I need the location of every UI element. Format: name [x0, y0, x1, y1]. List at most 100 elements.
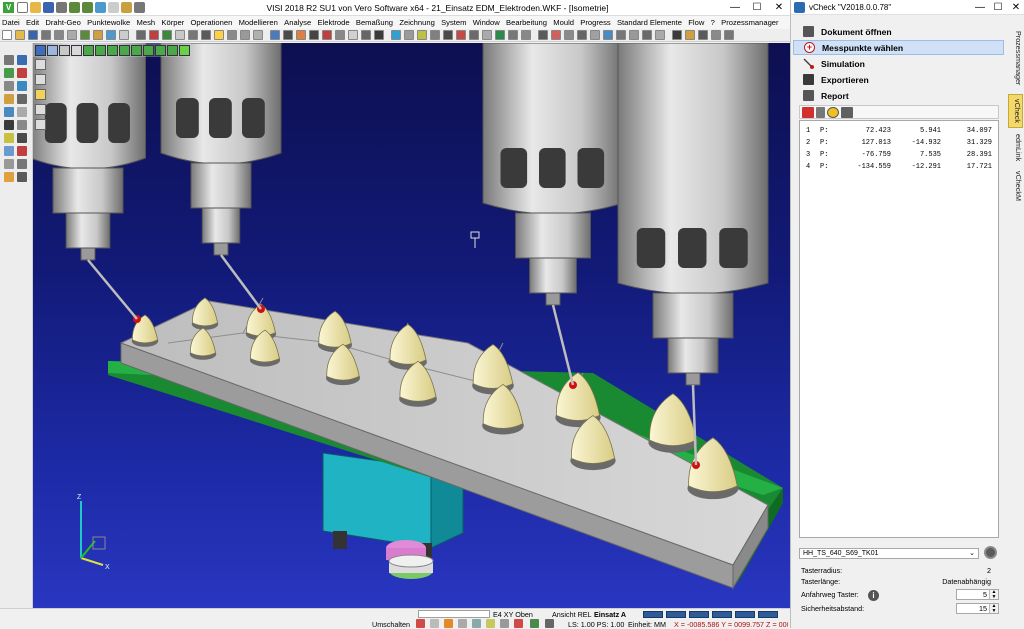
- menu-item[interactable]: Mould: [553, 18, 574, 27]
- delete-icon[interactable]: [816, 106, 825, 118]
- zoom-icon[interactable]: [35, 104, 46, 115]
- menu-item[interactable]: Elektrode: [317, 18, 349, 27]
- menu-item[interactable]: ?: [711, 18, 715, 27]
- command-input[interactable]: [418, 610, 490, 618]
- left-tool-icon[interactable]: [4, 172, 14, 182]
- toolbar-tool-icon[interactable]: [67, 30, 77, 40]
- point-row[interactable]: 2 P: 127.013 -14.932 31.329: [800, 137, 998, 149]
- toolbar-tool-icon[interactable]: [28, 30, 38, 40]
- toolbar-tool-icon[interactable]: [508, 30, 518, 40]
- menu-item[interactable]: Analyse: [284, 18, 311, 27]
- refresh-icon[interactable]: [95, 2, 106, 13]
- electrode[interactable]: [317, 310, 353, 353]
- left-tool-icon[interactable]: [17, 146, 27, 156]
- vcheck-close-button[interactable]: ✕: [1007, 0, 1024, 15]
- view-top-icon[interactable]: [119, 44, 130, 56]
- action-select-points[interactable]: + Messpunkte wählen: [793, 40, 1004, 55]
- menu-item[interactable]: Window: [473, 18, 500, 27]
- filter-icon[interactable]: [472, 619, 481, 628]
- toolbar-tool-icon[interactable]: [106, 30, 116, 40]
- highlight-icon[interactable]: [35, 89, 46, 100]
- toolbar-tool-icon[interactable]: [391, 30, 401, 40]
- toolbar-tool-icon[interactable]: [711, 30, 721, 40]
- left-tool-icon[interactable]: [17, 55, 27, 65]
- left-tool-icon[interactable]: [17, 172, 27, 182]
- toolbar-tool-icon[interactable]: [655, 30, 665, 40]
- toolbar-tool-icon[interactable]: [175, 30, 185, 40]
- toolbar-tool-icon[interactable]: [283, 30, 293, 40]
- view-back-icon[interactable]: [143, 44, 154, 56]
- menu-item[interactable]: Bemaßung: [356, 18, 393, 27]
- redo-icon[interactable]: [82, 2, 93, 13]
- toolbar-tool-icon[interactable]: [201, 30, 211, 40]
- approach-spinner[interactable]: 5 ▲ ▼: [956, 589, 999, 600]
- vcheck-minimize-button[interactable]: —: [971, 0, 989, 15]
- left-tool-icon[interactable]: [17, 68, 27, 78]
- tab-vcheck[interactable]: vCheck: [1008, 94, 1023, 128]
- menu-item[interactable]: Mesh: [137, 18, 156, 27]
- menu-item[interactable]: Flow: [688, 18, 704, 27]
- vcheck-maximize-button[interactable]: ☐: [989, 0, 1007, 15]
- toolbar-tool-icon[interactable]: [456, 30, 466, 40]
- measure-icon[interactable]: [486, 619, 495, 628]
- menu-item[interactable]: Prozessmanager: [721, 18, 778, 27]
- left-tool-icon[interactable]: [4, 120, 14, 130]
- rotate-icon[interactable]: [530, 619, 539, 628]
- toolbar-tool-icon[interactable]: [2, 30, 12, 40]
- left-tool-icon[interactable]: [4, 94, 14, 104]
- color-icon[interactable]: [514, 619, 523, 628]
- toolbar-tool-icon[interactable]: [119, 30, 129, 40]
- toolbar-tool-icon[interactable]: [162, 30, 172, 40]
- toolbar-tool-icon[interactable]: [538, 30, 548, 40]
- points-list[interactable]: 1 P: 72.423 5.941 34.097 2 P: 127.013 -14.932 31.…: [799, 120, 999, 538]
- left-tool-icon[interactable]: [4, 68, 14, 78]
- left-tool-icon[interactable]: [17, 120, 27, 130]
- toolbar-tool-icon[interactable]: [296, 30, 306, 40]
- left-tool-icon[interactable]: [4, 81, 14, 91]
- menu-item[interactable]: Progress: [580, 18, 610, 27]
- layers-icon[interactable]: [121, 2, 132, 13]
- menu-item[interactable]: System: [441, 18, 466, 27]
- menu-item[interactable]: Zeichnung: [399, 18, 434, 27]
- action-report[interactable]: Report: [793, 88, 1004, 103]
- toolbar-tool-icon[interactable]: [15, 30, 25, 40]
- toolbar-tool-icon[interactable]: [227, 30, 237, 40]
- left-tool-icon[interactable]: [17, 159, 27, 169]
- toolbar-tool-icon[interactable]: [698, 30, 708, 40]
- toolbar-tool-icon[interactable]: [564, 30, 574, 40]
- toolbar-tool-icon[interactable]: [642, 30, 652, 40]
- undo-icon[interactable]: [69, 2, 80, 13]
- flash-icon[interactable]: [827, 106, 839, 118]
- eraser-icon[interactable]: [841, 106, 853, 118]
- page-icon[interactable]: [35, 74, 46, 85]
- info-icon[interactable]: i: [868, 590, 879, 601]
- toolbar-tool-icon[interactable]: [374, 30, 384, 40]
- toolbar-tool-icon[interactable]: [482, 30, 492, 40]
- ortho-icon[interactable]: [444, 619, 453, 628]
- view-hidden-icon[interactable]: [71, 44, 82, 56]
- point-row[interactable]: 4 P: -134.559 -12.291 17.721: [800, 161, 998, 173]
- toolbar-tool-icon[interactable]: [214, 30, 224, 40]
- 3d-viewport[interactable]: Z X: [33, 43, 790, 608]
- maximize-button[interactable]: ☐: [746, 0, 768, 16]
- view-mode[interactable]: Ansicht REL: [552, 610, 592, 619]
- view-right-icon[interactable]: [179, 44, 190, 56]
- point-icon[interactable]: [500, 619, 509, 628]
- toolbar-tool-icon[interactable]: [577, 30, 587, 40]
- toolbar-tool-icon[interactable]: [672, 30, 682, 40]
- toolbar-tool-icon[interactable]: [41, 30, 51, 40]
- menu-item[interactable]: Datei: [2, 18, 20, 27]
- grid-icon[interactable]: [430, 619, 439, 628]
- view-iso-icon[interactable]: [131, 44, 142, 56]
- add-point-dropdown-icon[interactable]: [802, 106, 814, 118]
- view-side-icon[interactable]: [107, 44, 118, 56]
- spinner-arrows-icon[interactable]: ▲ ▼: [989, 604, 998, 613]
- save-icon[interactable]: [43, 2, 54, 13]
- view-shaded-icon[interactable]: [47, 44, 58, 56]
- left-tool-icon[interactable]: [4, 133, 14, 143]
- snap-icon[interactable]: [416, 619, 425, 628]
- insert-name[interactable]: Einsatz A: [594, 610, 626, 619]
- toolbar-tool-icon[interactable]: [469, 30, 479, 40]
- safety-spinner[interactable]: 15 ▲ ▼: [956, 603, 999, 614]
- probe-select[interactable]: HH_TS_640_S69_TK01 ⌄: [799, 548, 979, 559]
